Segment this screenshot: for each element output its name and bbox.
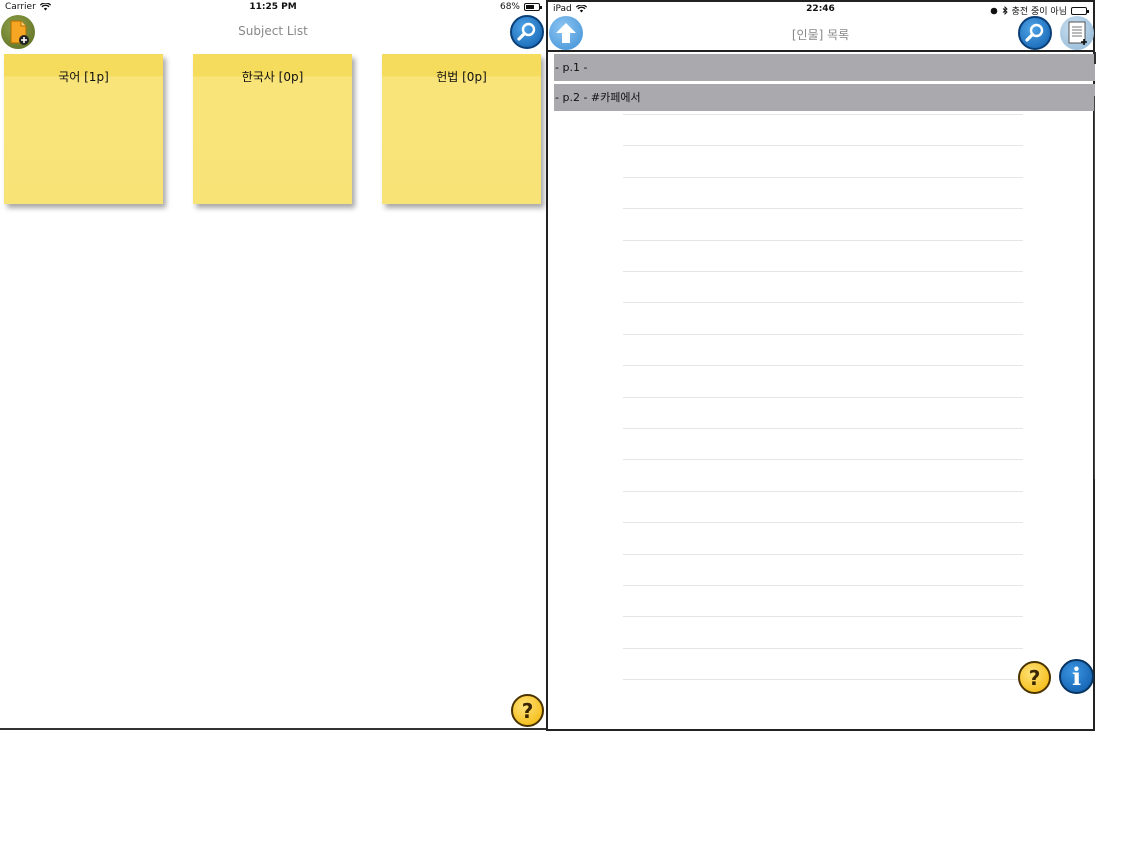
info-button[interactable]: i: [1059, 659, 1094, 694]
search-button[interactable]: [1018, 16, 1052, 50]
subject-grid: 국어 [1p] 한국사 [0p] 헌법 [0p]: [4, 54, 544, 206]
ruled-line: [623, 208, 1023, 210]
charging-status: 충전 중이 아님: [1011, 7, 1067, 17]
help-button[interactable]: ?: [511, 694, 544, 727]
add-page-button[interactable]: [1060, 16, 1094, 50]
bluetooth-icon: [1002, 6, 1008, 15]
status-bar: iPad 22:46 충전 중이 아님: [548, 2, 1093, 17]
ruled-line: [623, 459, 1023, 461]
subject-list-screen: Carrier 11:25 PM 68% Subject List 국어 [1p…: [0, 0, 546, 730]
header-divider: [548, 50, 1093, 52]
info-icon: i: [1071, 662, 1082, 691]
ruled-line: [623, 585, 1023, 586]
ruled-line: [623, 428, 1023, 429]
ruled-lines: [623, 114, 1023, 714]
subject-note-label: 한국사 [0p]: [241, 70, 304, 84]
edge-line: [1094, 96, 1095, 479]
ruled-line: [623, 616, 1023, 618]
search-icon: [1025, 23, 1044, 42]
subject-note[interactable]: 국어 [1p]: [4, 54, 163, 204]
subject-note-label: 국어 [1p]: [58, 70, 109, 84]
help-icon: ?: [521, 698, 534, 723]
battery-percent: 68%: [499, 2, 520, 12]
list-item[interactable]: - p.2 - #카페에서: [554, 84, 1095, 111]
battery-icon: [524, 3, 542, 11]
page-title: Subject List: [238, 24, 308, 38]
page-list: - p.1 - - p.2 - #카페에서: [554, 54, 1095, 114]
subject-note-label: 헌법 [0p]: [436, 70, 487, 84]
ruled-line: [623, 365, 1023, 367]
ruled-line: [623, 114, 1023, 115]
ruled-line: [623, 239, 1023, 241]
notepad-add-icon: [1068, 21, 1087, 45]
ruled-line: [623, 176, 1023, 178]
help-button[interactable]: ?: [1018, 661, 1051, 694]
subject-note[interactable]: 헌법 [0p]: [382, 54, 541, 204]
ruled-line: [623, 333, 1023, 335]
battery-icon: [1071, 6, 1089, 15]
ruled-line: [623, 522, 1023, 524]
ruled-line: [623, 490, 1023, 492]
ruled-line: [623, 145, 1023, 147]
ruled-line: [623, 302, 1023, 304]
list-item[interactable]: - p.1 -: [554, 54, 1095, 81]
ruled-line: [623, 679, 1023, 681]
ruled-line: [623, 396, 1023, 398]
status-bar: Carrier 11:25 PM 68%: [0, 0, 546, 14]
ruled-line: [623, 553, 1023, 555]
search-icon: [517, 22, 536, 41]
page-title: [인물] 목록: [791, 28, 850, 42]
ruled-line: [623, 647, 1023, 649]
help-icon: ?: [1028, 665, 1041, 690]
search-button[interactable]: [510, 15, 544, 49]
alarm-icon: [990, 7, 997, 14]
ruled-line: [623, 271, 1023, 272]
subject-note[interactable]: 한국사 [0p]: [193, 54, 352, 204]
edge-mark: [1094, 52, 1096, 64]
status-time: 11:25 PM: [249, 2, 297, 12]
page-list-screen: iPad 22:46 충전 중이 아님 [인물] 목록 - p.1 - - p.…: [546, 0, 1095, 731]
